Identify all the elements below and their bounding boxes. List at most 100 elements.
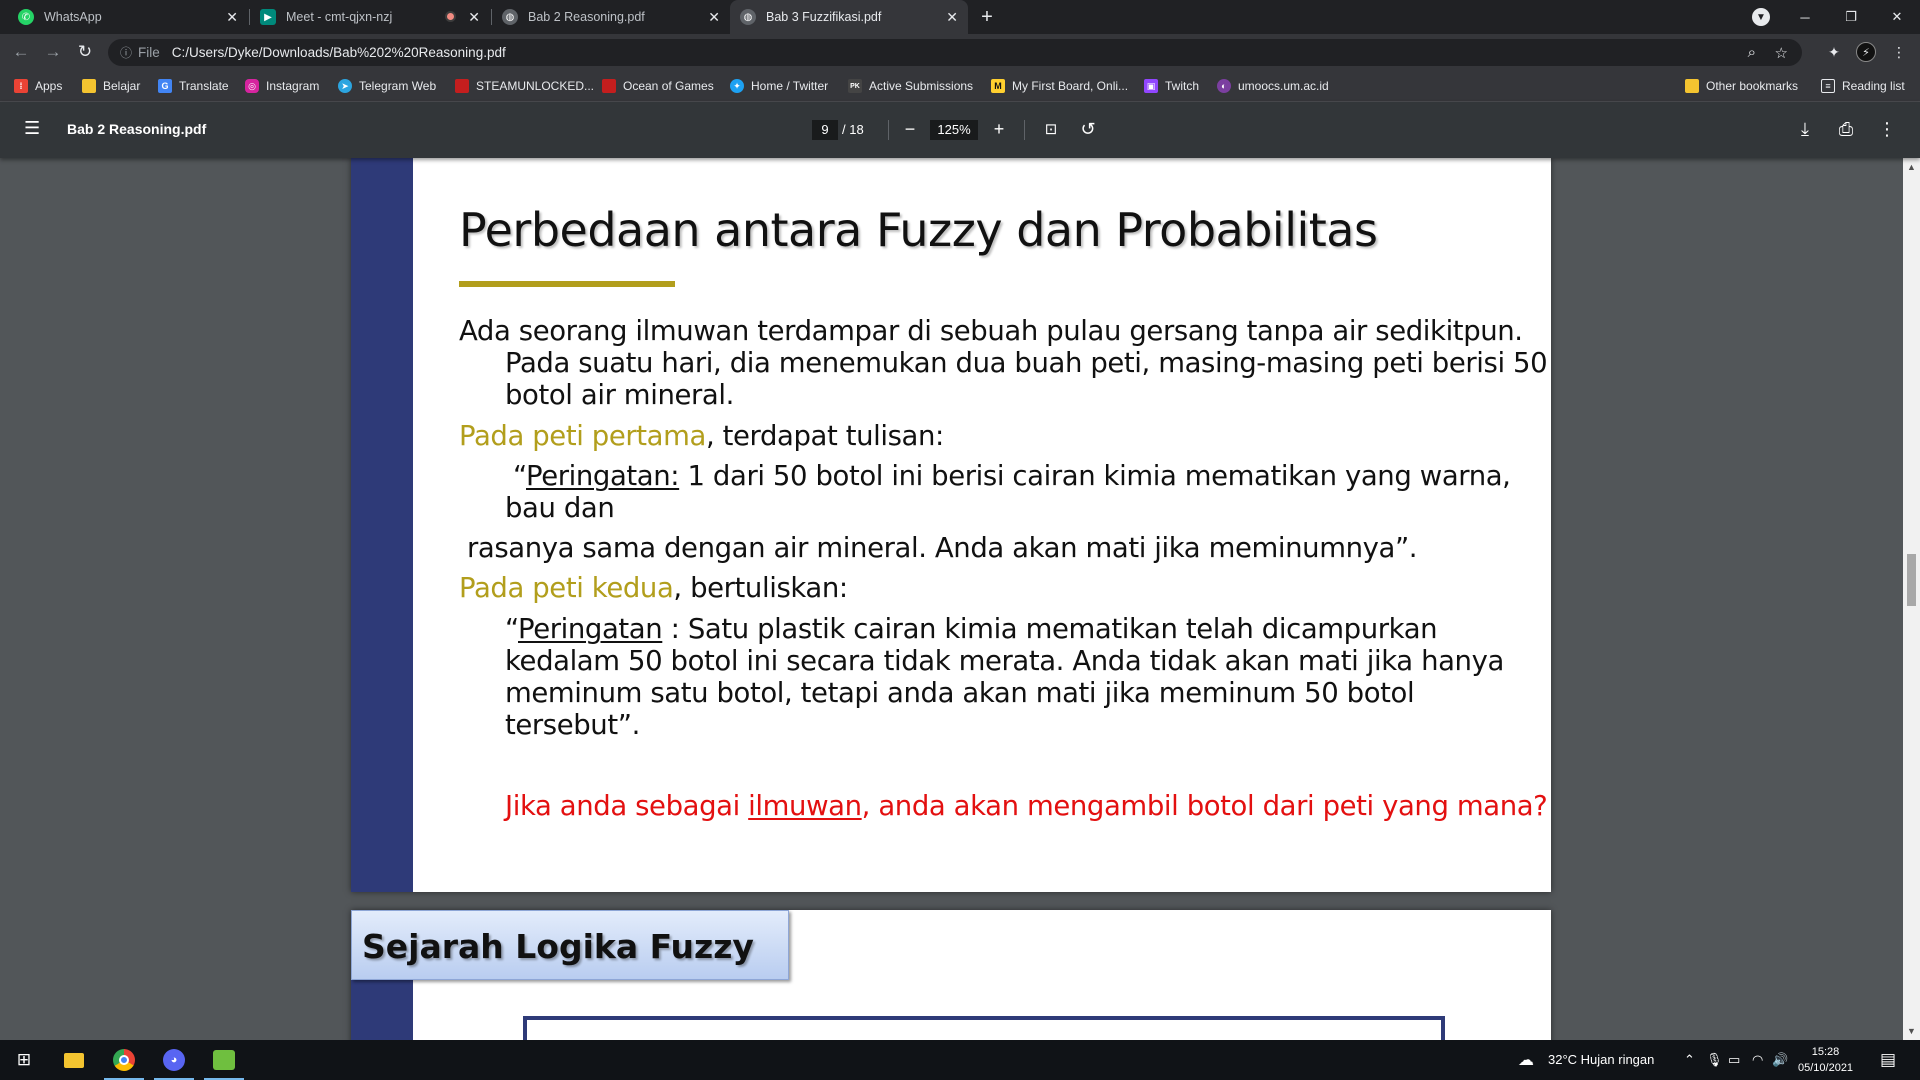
extensions-icon[interactable]: ✦: [1823, 41, 1845, 63]
battery-icon[interactable]: ▭: [1728, 1052, 1740, 1068]
bookmark-label: Reading list: [1842, 79, 1905, 93]
close-icon[interactable]: ✕: [468, 9, 480, 26]
profile-avatar[interactable]: ⚡: [1855, 41, 1877, 63]
bookmark-apps[interactable]: ⁞ Apps: [14, 78, 62, 94]
browser-menu-icon[interactable]: ⋮: [1888, 41, 1910, 63]
slide2-content-box: [523, 1016, 1445, 1040]
minimize-button[interactable]: ─: [1782, 0, 1828, 34]
zoom-level-input[interactable]: 125%: [930, 120, 978, 140]
zoom-out-button[interactable]: −: [899, 118, 921, 140]
translate-icon: G: [158, 79, 172, 93]
bookmark-belajar[interactable]: Belajar: [82, 78, 140, 94]
warning2-line: tersebut”.: [505, 709, 640, 741]
ocean-icon: [602, 79, 616, 93]
slide-title: Perbedaan antara Fuzzy dan Probabilitas: [459, 203, 1378, 257]
wifi-icon[interactable]: ◠: [1752, 1052, 1763, 1068]
warning2-word: Peringatan: [518, 613, 663, 645]
tab-bab2[interactable]: ◍ Bab 2 Reasoning.pdf ✕: [492, 0, 730, 34]
toolbar-divider: [888, 120, 889, 140]
back-button[interactable]: ←: [10, 41, 32, 63]
bookmark-twitter[interactable]: ✦ Home / Twitter: [730, 78, 828, 94]
zoom-in-button[interactable]: +: [988, 118, 1010, 140]
print-icon[interactable]: ⎙: [1835, 118, 1857, 140]
close-icon[interactable]: ✕: [226, 9, 238, 26]
bookmark-miro[interactable]: M My First Board, Onli...: [991, 78, 1128, 94]
peti1-heading: Pada peti pertama, terdapat tulisan:: [459, 420, 944, 452]
hamburger-menu-icon[interactable]: ☰: [24, 118, 42, 138]
close-icon[interactable]: ✕: [946, 9, 958, 26]
reload-button[interactable]: ↻: [74, 41, 96, 63]
url-text[interactable]: C:/Users/Dyke/Downloads/Bab%202%20Reason…: [172, 45, 506, 60]
pdf-scrollbar[interactable]: ▲ ▼: [1903, 158, 1920, 1040]
close-icon[interactable]: ✕: [708, 9, 720, 26]
system-clock[interactable]: 15:28 05/10/2021: [1798, 1044, 1853, 1076]
question-post: , anda akan mengambil botol dari peti ya…: [861, 790, 1548, 822]
bookmark-telegram[interactable]: ➤ Telegram Web: [338, 78, 436, 94]
tray-chevron-icon[interactable]: ⌃: [1684, 1052, 1695, 1068]
tab-title: WhatsApp: [44, 10, 102, 24]
microphone-icon[interactable]: 🎙: [1706, 1052, 1723, 1068]
apps-grid-icon: ⁞: [14, 79, 28, 93]
bookmark-label: My First Board, Onli...: [1012, 79, 1129, 93]
slide-left-bar: [351, 158, 413, 892]
forward-button[interactable]: →: [42, 41, 64, 63]
bookmark-label: Home / Twitter: [751, 79, 829, 93]
pdf-viewport[interactable]: Perbedaan antara Fuzzy dan Probabilitas …: [0, 158, 1920, 1040]
pdf-title: Bab 2 Reasoning.pdf: [67, 121, 207, 137]
weather-text[interactable]: 32°C Hujan ringan: [1548, 1052, 1654, 1067]
reading-list-icon: ≡: [1821, 79, 1835, 93]
warning2-line: “Peringatan : Satu plastik cairan kimia …: [505, 613, 1438, 645]
volume-icon[interactable]: 🔊: [1772, 1052, 1788, 1068]
bookmark-steamunlocked[interactable]: STEAMUNLOCKED...: [455, 78, 594, 94]
profile-menu-icon[interactable]: ▼: [1738, 0, 1784, 34]
scroll-up-arrow[interactable]: ▲: [1907, 162, 1916, 172]
warning1-line: “Peringatan: 1 dari 50 botol ini berisi …: [513, 460, 1511, 492]
more-actions-icon[interactable]: ⋮: [1876, 118, 1898, 140]
pk-icon: PK: [848, 79, 862, 93]
telegram-icon: ➤: [338, 79, 352, 93]
page-number-input[interactable]: 9: [812, 120, 838, 140]
discord-icon[interactable]: ◕: [150, 1040, 198, 1080]
peti2-heading: Pada peti kedua, bertuliskan:: [459, 572, 848, 604]
miro-icon: M: [991, 79, 1005, 93]
bookmark-twitch[interactable]: ▣ Twitch: [1144, 78, 1199, 94]
address-bar[interactable]: ⓘ File C:/Users/Dyke/Downloads/Bab%202%2…: [108, 39, 1802, 66]
umoocs-icon: ◐: [1217, 79, 1231, 93]
fit-page-icon[interactable]: ⊡: [1040, 118, 1062, 140]
tab-meet[interactable]: ▶ Meet - cmt-qjxn-nzj ✕: [250, 0, 490, 34]
rotate-icon[interactable]: ↺: [1077, 118, 1099, 140]
info-icon[interactable]: ⓘ: [120, 44, 132, 61]
globe-icon: ◍: [502, 9, 518, 25]
notifications-icon[interactable]: ▤: [1880, 1050, 1896, 1070]
tab-bab3[interactable]: ◍ Bab 3 Fuzzifikasi.pdf ✕: [730, 0, 968, 34]
bookmarks-bar: ⁞ Apps Belajar G Translate ◎ Instagram ➤ Tel…: [0, 70, 1920, 102]
windows-taskbar: ⊞ ◕ ☁ 32°C Hujan ringan ⌃ 🎙 ▭ ◠ 🔊 15:28 …: [0, 1040, 1920, 1080]
open-quote: “: [513, 460, 527, 492]
zoom-icon[interactable]: ⌕: [1748, 44, 1756, 61]
bookmark-active-submissions[interactable]: PK Active Submissions: [848, 78, 973, 94]
warning2-line: kedalam 50 botol ini secara tidak merata…: [505, 645, 1504, 677]
scrollbar-thumb[interactable]: [1907, 554, 1916, 606]
bookmark-other[interactable]: Other bookmarks: [1685, 78, 1798, 94]
bookmark-umoocs[interactable]: ◐ umoocs.um.ac.id: [1217, 78, 1329, 94]
chrome-icon[interactable]: [100, 1040, 148, 1080]
twitch-icon: ▣: [1144, 79, 1158, 93]
new-tab-button[interactable]: +: [975, 5, 999, 29]
restore-button[interactable]: ❐: [1828, 0, 1874, 34]
app-icon[interactable]: [200, 1040, 248, 1080]
bookmark-instagram[interactable]: ◎ Instagram: [245, 78, 319, 94]
warning1-word: Peringatan:: [526, 460, 680, 492]
download-icon[interactable]: ⤓: [1794, 118, 1816, 140]
close-window-button[interactable]: ✕: [1874, 0, 1920, 34]
tab-whatsapp[interactable]: ✆ WhatsApp ✕: [8, 0, 248, 34]
instagram-icon: ◎: [245, 79, 259, 93]
peti1-rest: , terdapat tulisan:: [705, 420, 944, 452]
bookmark-translate[interactable]: G Translate: [158, 78, 229, 94]
bookmark-star-icon[interactable]: ☆: [1775, 44, 1788, 62]
scroll-down-arrow[interactable]: ▼: [1907, 1026, 1916, 1036]
file-explorer-icon[interactable]: [50, 1040, 98, 1080]
reading-list[interactable]: ≡ Reading list: [1821, 78, 1905, 94]
warning2-line: meminum satu botol, tetapi anda akan mat…: [505, 677, 1415, 709]
windows-start-icon[interactable]: ⊞: [0, 1040, 48, 1080]
bookmark-ocean-of-games[interactable]: Ocean of Games: [602, 78, 714, 94]
